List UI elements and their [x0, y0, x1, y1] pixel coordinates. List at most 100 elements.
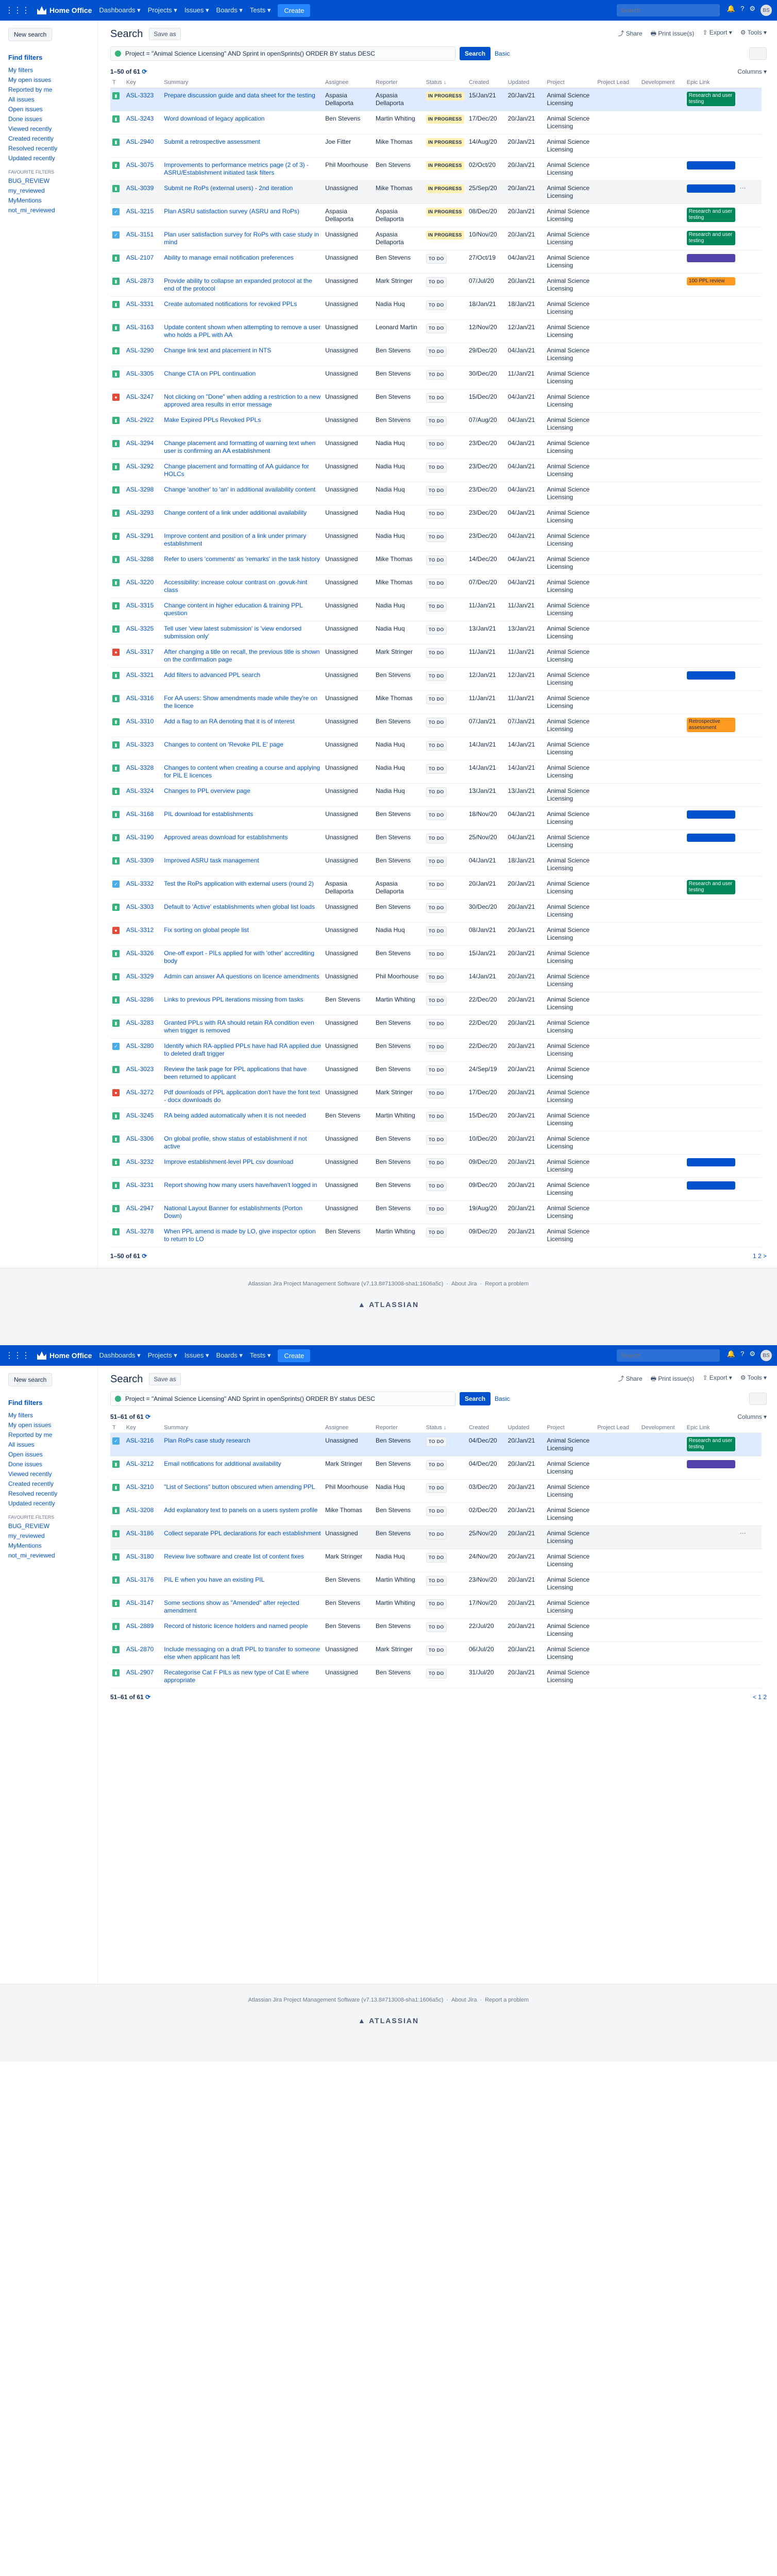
table-row[interactable]: ▮ ASL-3331 Create automated notifications …: [110, 296, 762, 320]
table-row[interactable]: ● ASL-3272 Pdf downloads of PPL applicatio…: [110, 1084, 762, 1108]
issue-summary-link[interactable]: Approved areas download for establishmen…: [164, 834, 288, 841]
favourite-filter[interactable]: not_mi_reviewed: [8, 1551, 89, 1561]
issue-summary-link[interactable]: Improve establishment-level PPL csv down…: [164, 1158, 293, 1165]
table-row[interactable]: ▮ ASL-3326 One-off export - PILs applied f…: [110, 945, 762, 969]
favourite-filter[interactable]: MyMentions: [8, 196, 89, 206]
table-row[interactable]: ▮ ASL-3316 For AA users: Show amendments m…: [110, 690, 762, 714]
issue-key-link[interactable]: ASL-3039: [126, 184, 154, 192]
column-header[interactable]: Project: [545, 77, 596, 88]
issue-summary-link[interactable]: Ability to manage email notification pre…: [164, 254, 293, 261]
nav-issues[interactable]: Issues ▾: [184, 6, 209, 14]
issue-key-link[interactable]: ASL-3331: [126, 300, 154, 308]
issue-summary-link[interactable]: Email notifications for additional avail…: [164, 1460, 281, 1467]
global-search-input[interactable]: [616, 4, 720, 16]
table-row[interactable]: ✓ ASL-3215 Plan ASRU satisfaction survey (…: [110, 204, 762, 227]
print-button[interactable]: 🖶 Print issue(s): [651, 29, 695, 40]
nav-tests[interactable]: Tests ▾: [250, 6, 271, 14]
issue-summary-link[interactable]: Test the RoPs application with external …: [164, 880, 314, 887]
issue-summary-link[interactable]: "List of Sections" button obscured when …: [164, 1483, 315, 1490]
column-header[interactable]: Assignee: [323, 77, 374, 88]
nav-boards[interactable]: Boards ▾: [216, 1351, 243, 1360]
issue-summary-link[interactable]: Improved ASRU task management: [164, 857, 259, 864]
issue-key-link[interactable]: ASL-2870: [126, 1646, 154, 1653]
table-row[interactable]: ✓ ASL-3151 Plan user satisfaction survey f…: [110, 227, 762, 250]
table-row[interactable]: ▮ ASL-3293 Change content of a link under …: [110, 505, 762, 529]
table-row[interactable]: ▮ ASL-3323 Prepare discussion guide and da…: [110, 88, 762, 111]
table-row[interactable]: ▮ ASL-2107 Ability to manage email notific…: [110, 250, 762, 274]
layout-switcher-button[interactable]: [749, 47, 767, 60]
table-row[interactable]: ✓ ASL-3280 Identify which RA-applied PPLs …: [110, 1038, 762, 1062]
table-row[interactable]: ▮ ASL-2889 Record of historic licence hold…: [110, 1618, 762, 1642]
issue-key-link[interactable]: ASL-3286: [126, 996, 154, 1003]
issue-key-link[interactable]: ASL-3210: [126, 1483, 154, 1490]
favourite-filter[interactable]: MyMentions: [8, 1541, 89, 1551]
table-row[interactable]: ▮ ASL-2947 National Layout Banner for esta…: [110, 1200, 762, 1224]
issue-key-link[interactable]: ASL-3323: [126, 92, 154, 99]
favourite-filter[interactable]: my_reviewed: [8, 186, 89, 196]
pagination[interactable]: < 1 2: [753, 1693, 767, 1701]
app-switcher-icon[interactable]: ⋮⋮⋮: [5, 5, 30, 15]
favourite-filter[interactable]: BUG_REVIEW: [8, 1521, 89, 1531]
issue-key-link[interactable]: ASL-3232: [126, 1158, 154, 1165]
issue-summary-link[interactable]: After changing a title on recall, the pr…: [164, 648, 319, 663]
issue-summary-link[interactable]: Change content in higher education & tra…: [164, 602, 302, 617]
table-row[interactable]: ▮ ASL-3212 Email notifications for additio…: [110, 1456, 762, 1480]
epic-link[interactable]: [686, 1158, 736, 1166]
column-header[interactable]: Summary: [162, 1422, 324, 1433]
table-row[interactable]: ▮ ASL-2873 Provide ability to collapse an …: [110, 273, 762, 297]
epic-link[interactable]: Research and user testing: [686, 231, 736, 245]
table-row[interactable]: ▮ ASL-3147 Some sections show as "Amended"…: [110, 1595, 762, 1619]
help-icon[interactable]: ?: [740, 5, 744, 16]
share-button[interactable]: ⤴ Share: [618, 29, 642, 40]
table-row[interactable]: ● ASL-3247 Not clicking on "Done" when add…: [110, 389, 762, 413]
issue-summary-link[interactable]: On global profile, show status of establ…: [164, 1135, 307, 1150]
refresh-icon[interactable]: ⟳: [145, 1693, 150, 1701]
issue-summary-link[interactable]: Change placement and formatting of AA gu…: [164, 463, 309, 478]
table-row[interactable]: ▮ ASL-3303 Default to 'Active' establishme…: [110, 899, 762, 923]
favourite-filter[interactable]: BUG_REVIEW: [8, 176, 89, 186]
pagination[interactable]: 1 2 >: [753, 1252, 767, 1260]
issue-key-link[interactable]: ASL-3247: [126, 393, 154, 400]
column-header[interactable]: Project: [545, 1422, 596, 1433]
issue-summary-link[interactable]: PIL download for establishments: [164, 810, 253, 818]
issue-summary-link[interactable]: Record of historic licence holders and n…: [164, 1622, 308, 1630]
table-row[interactable]: ▮ ASL-3292 Change placement and formatting…: [110, 459, 762, 482]
tools-button[interactable]: ⚙ Tools ▾: [740, 29, 767, 40]
issue-summary-link[interactable]: Granted PPLs with RA should retain RA co…: [164, 1019, 314, 1034]
issue-key-link[interactable]: ASL-2873: [126, 277, 154, 284]
about-jira-link[interactable]: About Jira: [451, 1997, 477, 2003]
settings-icon[interactable]: ⚙: [749, 1350, 755, 1361]
sidebar-item[interactable]: My open issues: [8, 1420, 89, 1430]
table-row[interactable]: ▮ ASL-3075 Improvements to performance met…: [110, 157, 762, 181]
table-row[interactable]: ▮ ASL-3298 Change 'another' to 'an' in add…: [110, 482, 762, 505]
epic-link[interactable]: Research and user testing: [686, 92, 736, 106]
sidebar-item[interactable]: All issues: [8, 95, 89, 105]
table-row[interactable]: ● ASL-3312 Fix sorting on global people li…: [110, 922, 762, 946]
issue-summary-link[interactable]: Provide ability to collapse an expanded …: [164, 277, 312, 292]
issue-key-link[interactable]: ASL-3316: [126, 694, 154, 702]
issue-key-link[interactable]: ASL-3216: [126, 1437, 154, 1444]
table-row[interactable]: ▮ ASL-3278 When PPL amend is made by LO, g…: [110, 1224, 762, 1247]
nav-projects[interactable]: Projects ▾: [148, 6, 177, 14]
issue-summary-link[interactable]: Add filters to advanced PPL search: [164, 671, 260, 679]
about-jira-link[interactable]: About Jira: [451, 1281, 477, 1287]
refresh-icon[interactable]: ⟳: [142, 68, 147, 75]
sidebar-item[interactable]: My filters: [8, 65, 89, 75]
issue-summary-link[interactable]: Default to 'Active' establishments when …: [164, 903, 315, 910]
print-button[interactable]: 🖶 Print issue(s): [651, 1374, 695, 1385]
issue-key-link[interactable]: ASL-3312: [126, 926, 154, 934]
refresh-icon[interactable]: ⟳: [142, 1252, 147, 1260]
issue-summary-link[interactable]: Prepare discussion guide and data sheet …: [164, 92, 315, 99]
column-header[interactable]: Reporter: [373, 1422, 424, 1433]
epic-link[interactable]: [686, 834, 736, 842]
global-search-input[interactable]: [616, 1349, 720, 1362]
sidebar-item[interactable]: Open issues: [8, 1450, 89, 1460]
issue-summary-link[interactable]: Accessibility: increase colour contrast …: [164, 579, 307, 594]
share-button[interactable]: ⤴ Share: [618, 1374, 642, 1385]
issue-key-link[interactable]: ASL-2889: [126, 1622, 154, 1630]
issue-key-link[interactable]: ASL-3293: [126, 509, 154, 516]
column-header[interactable]: Created: [466, 77, 506, 88]
issue-summary-link[interactable]: Collect separate PPL declarations for ea…: [164, 1530, 320, 1537]
find-filters-link[interactable]: Find filters: [8, 1398, 89, 1408]
column-header[interactable]: Epic Link: [684, 77, 738, 88]
